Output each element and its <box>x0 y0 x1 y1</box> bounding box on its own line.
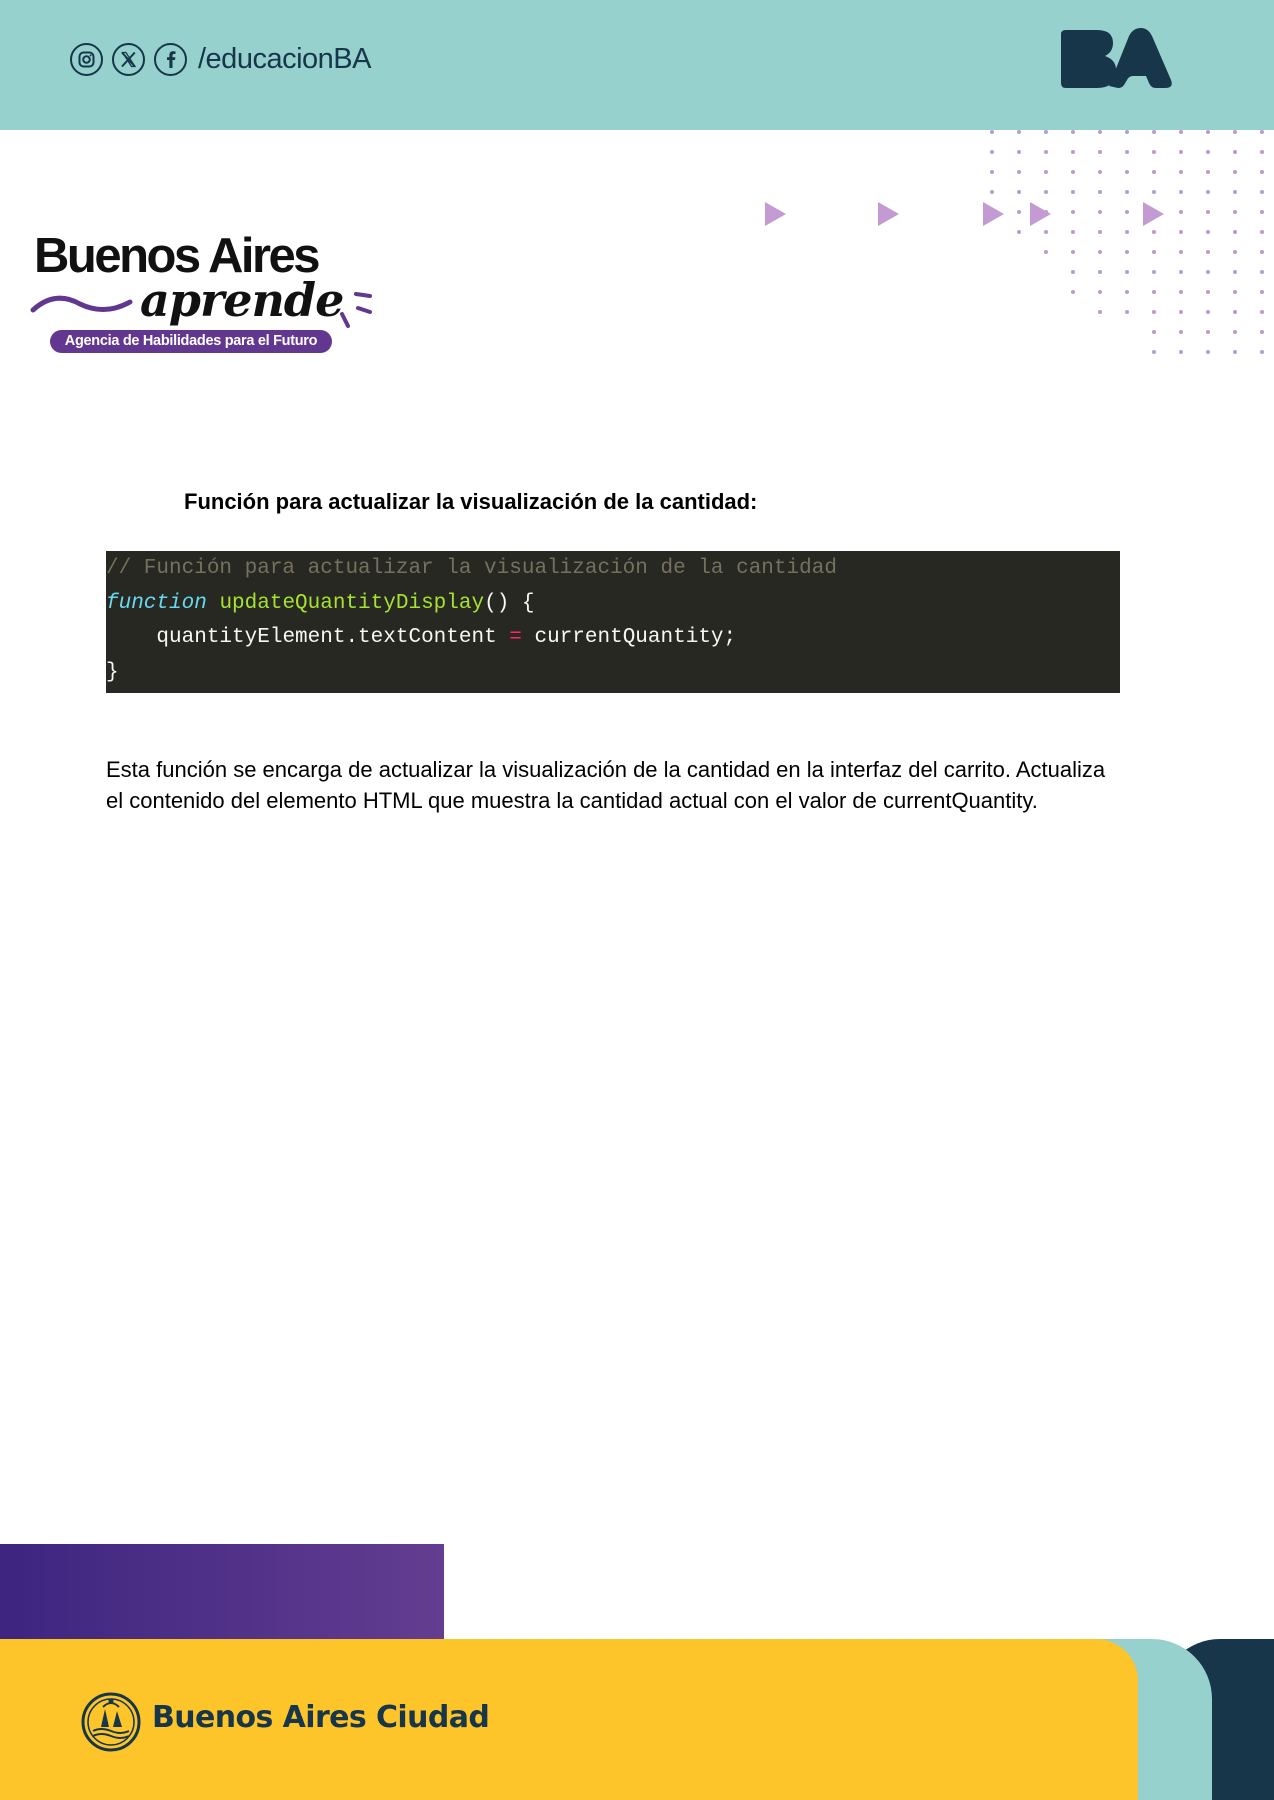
arrow-decorations <box>765 202 1164 226</box>
code-operator: = <box>509 626 522 649</box>
code-function-name: updateQuantityDisplay <box>219 591 485 615</box>
code-line-4: } <box>106 656 1120 691</box>
code-closing-brace: } <box>106 660 119 684</box>
code-line-1: // Función para actualizar la visualizac… <box>106 552 1120 587</box>
footer-purple-bar <box>0 1544 444 1640</box>
code-block: // Función para actualizar la visualizac… <box>106 551 1120 693</box>
facebook-icon[interactable] <box>154 42 187 76</box>
code-keyword: function <box>106 591 207 615</box>
code-comment: // Función para actualizar la visualizac… <box>106 557 837 580</box>
code-signature: () { <box>484 591 535 615</box>
code-assign-value: currentQuantity; <box>521 626 737 649</box>
brand-script: aprende <box>140 273 344 327</box>
city-crest-icon <box>81 1692 141 1752</box>
footer-brand: Buenos Aires Ciudad <box>152 1700 490 1735</box>
buenos-aires-aprende-logo: Buenos Aires aprende Agencia de Habilida… <box>30 228 380 358</box>
social-links: /educacionBA <box>70 40 371 78</box>
ba-logo <box>1061 28 1172 88</box>
code-assign-target: quantityElement.textContent <box>156 626 510 649</box>
instagram-icon[interactable] <box>70 42 103 76</box>
dot-pattern <box>990 130 1264 354</box>
code-line-3: quantityElement.textContent = currentQua… <box>106 621 1120 656</box>
social-handle[interactable]: /educacionBA <box>198 43 371 76</box>
x-icon[interactable] <box>112 42 145 76</box>
code-line-2: function updateQuantityDisplay() { <box>106 587 1120 622</box>
section-heading: Función para actualizar la visualización… <box>184 489 758 514</box>
description-paragraph: Esta función se encarga de actualizar la… <box>106 757 1106 813</box>
brand-tagline: Agencia de Habilidades para el Futuro <box>50 330 332 353</box>
